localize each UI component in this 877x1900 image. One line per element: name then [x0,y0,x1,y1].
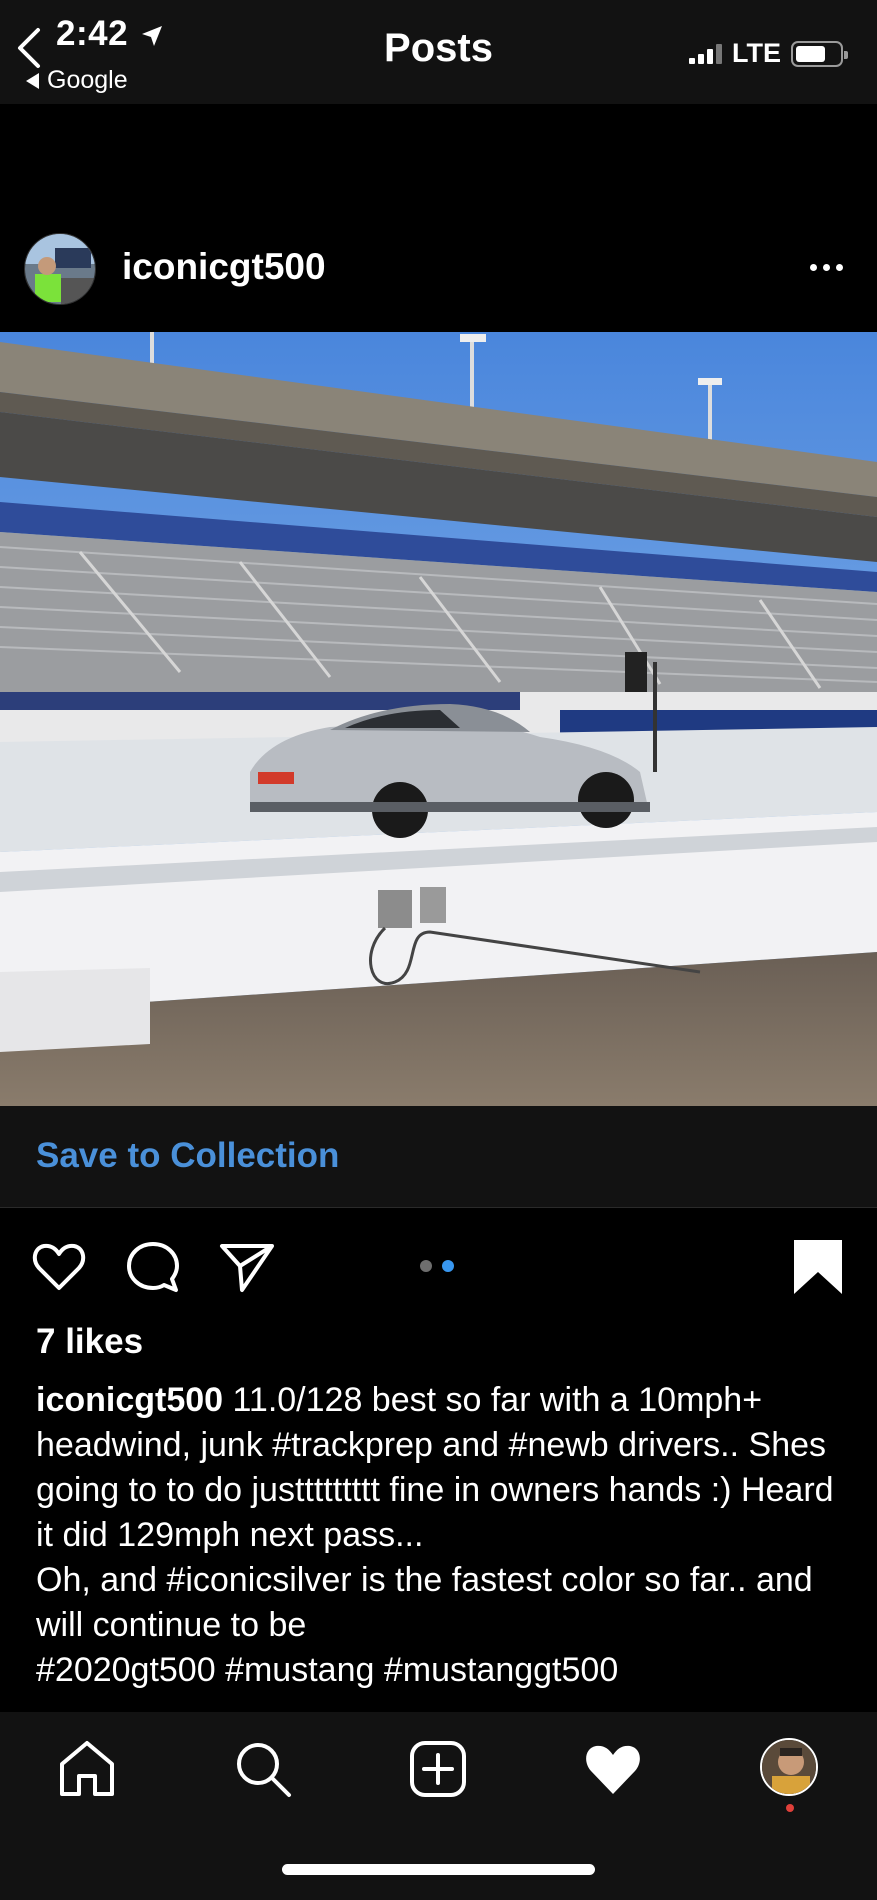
home-indicator[interactable] [282,1864,595,1875]
heart-icon[interactable] [30,1238,88,1296]
notification-dot [786,1804,794,1812]
more-icon[interactable] [810,264,843,271]
heart-filled-icon[interactable] [582,1738,644,1800]
battery-icon [791,40,848,67]
carousel-dot [420,1260,432,1272]
signal-icon [689,43,722,64]
status-indicators: LTE [689,38,848,69]
share-icon[interactable] [218,1238,276,1296]
caption-paragraph: iconicgt500 11.0/128 best so far with a … [36,1378,846,1558]
instagram-post-screen: 2:42 Google Posts LTE iconicgt500 Save t… [0,0,877,1900]
carousel-indicator [420,1260,454,1272]
likes-count[interactable]: 7 likes [36,1322,143,1362]
comment-icon[interactable] [124,1238,182,1296]
add-post-icon[interactable] [407,1738,469,1800]
caption-username[interactable]: iconicgt500 [36,1381,223,1419]
back-triangle-icon [26,72,39,89]
save-to-collection-button[interactable]: Save to Collection [36,1136,339,1176]
post-caption: iconicgt500 11.0/128 best so far with a … [36,1378,846,1710]
caption-line-2: Oh, and #iconicsilver is the fastest col… [36,1561,813,1644]
carousel-dot-active [442,1260,454,1272]
save-to-collection-bar: Save to Collection [0,1106,877,1208]
network-type: LTE [732,38,781,68]
user-avatar[interactable] [24,233,96,305]
search-icon[interactable] [232,1738,294,1800]
post-photo[interactable] [0,332,877,1106]
home-icon[interactable] [56,1738,118,1800]
post-header: iconicgt500 [0,226,877,306]
post-username[interactable]: iconicgt500 [122,246,326,288]
post-actions [0,1232,877,1302]
bookmark-filled-icon[interactable] [790,1238,848,1296]
caption-line-3: #2020gt500 #mustang #mustanggt500 [36,1651,619,1689]
profile-avatar[interactable] [760,1738,818,1796]
top-bar: 2:42 Google Posts LTE [0,0,877,104]
